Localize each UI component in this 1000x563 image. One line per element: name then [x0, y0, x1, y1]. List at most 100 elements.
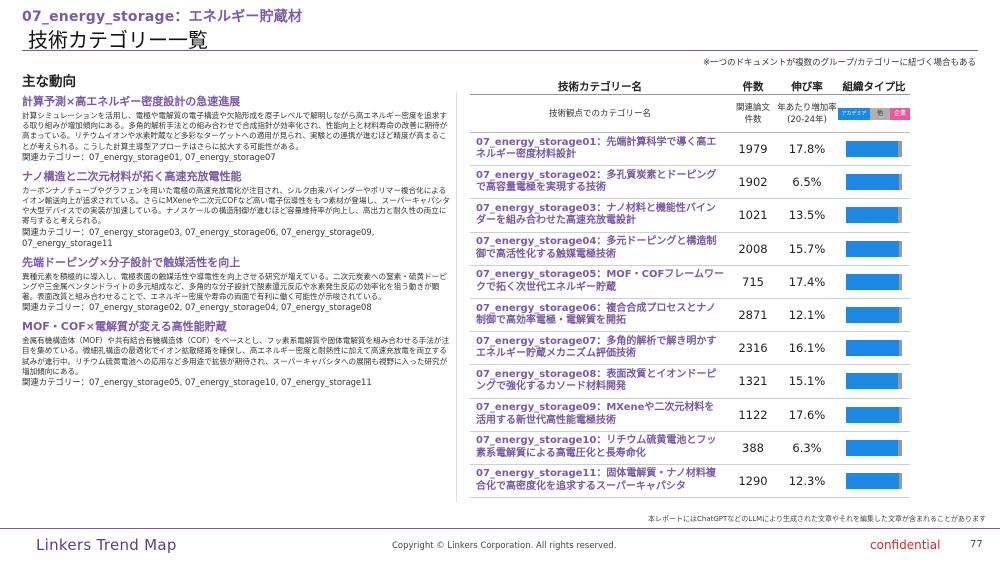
subheader-docs: 関連論文 件数 [735, 102, 770, 125]
type-ratio-bar [838, 307, 910, 324]
type-legend: アカデミア 他 企業 [838, 107, 910, 120]
trend-title: MOF・COF×電解質が変える高性能貯蔵 [22, 320, 227, 334]
bar-other [899, 273, 902, 290]
subheader-growth: 年あたり増加率 (20-24年) [777, 102, 837, 125]
trends-heading: 主な動向 [22, 74, 76, 90]
bar-other [898, 207, 902, 224]
legend-other: 他 [870, 107, 890, 120]
bar-other [898, 439, 902, 456]
growth-rate: 16.1% [788, 341, 826, 356]
type-ratio-bar [838, 273, 910, 290]
growth-rate: 13.5% [788, 208, 826, 223]
doc-count: 1290 [738, 473, 768, 488]
growth-rate: 6.3% [792, 440, 822, 455]
growth-rate: 15.1% [788, 374, 826, 389]
doc-count: 1321 [738, 374, 768, 389]
category-name: 07_energy_storage01：先端計算科学で導く高エネルギー密度材料設… [476, 136, 717, 161]
header-docs: 件数 [742, 81, 764, 93]
column-divider [456, 92, 457, 502]
trend-section: 計算予測×高エネルギー密度設計の急速進展 計算シミュレーションを活用し、電極や電… [22, 93, 450, 163]
trend-related: 関連カテゴリー：07_energy_storage05, 07_energy_s… [22, 377, 372, 388]
doc-count: 1902 [738, 175, 768, 190]
trend-related: 関連カテゴリー：07_energy_storage02, 07_energy_s… [22, 302, 372, 313]
copyright: Copyright © Linkers Corporation. All rig… [392, 541, 617, 551]
category-name: 07_energy_storage06：複合合成プロセスとナノ制御で高効率電極・… [476, 302, 716, 327]
header-growth: 伸び率 [791, 81, 823, 93]
trend-section: ナノ構造と二次元材料が拓く高速充放電性能 カーボンナノチューブやグラフェンを用い… [22, 168, 450, 249]
bar-other [899, 240, 902, 257]
type-ratio-bar [838, 373, 910, 390]
table-row: 07_energy_storage11：固体電解質・ナノ材料複合化で高密度化を追… [470, 465, 910, 499]
category-name: 07_energy_storage07：多角的解析で解き明かすエネルギー貯蔵メカ… [476, 335, 717, 360]
trend-section: MOF・COF×電解質が変える高性能貯蔵 金属有機構造体（MOF）や共有結合有機… [22, 318, 450, 388]
table-row: 07_energy_storage05：MOF・COFフレームワークで拓く次世代… [470, 266, 910, 299]
table-subheader-row: 技術観点でのカテゴリー名 関連論文 件数 年あたり増加率 (20-24年) アカ… [470, 95, 910, 133]
table-row: 07_energy_storage06：複合合成プロセスとナノ制御で高効率電極・… [470, 299, 910, 333]
bar-academia [846, 174, 899, 191]
category-table: 技術カテゴリー名 件数 伸び率 組織タイプ比 技術観点でのカテゴリー名 関連論文… [470, 80, 910, 499]
header-subtitle: 07_energy_storage：エネルギー貯蔵材 [22, 9, 303, 25]
page-title: 技術カテゴリー一覧 [28, 28, 208, 52]
category-name: 07_energy_storage09：MXeneや二次元材料を活用する新世代高… [476, 402, 715, 426]
category-name: 07_energy_storage03：ナノ材料と機能性バインダーを組み合わせた… [476, 202, 716, 227]
bar-academia [846, 207, 898, 224]
type-ratio-bar [838, 141, 910, 158]
bar-other [899, 472, 902, 489]
table-row: 07_energy_storage07：多角的解析で解き明かすエネルギー貯蔵メカ… [470, 332, 910, 366]
type-ratio-bar [838, 207, 910, 224]
bar-other [899, 307, 902, 324]
trend-body: 異種元素を積極的に導入し、電極表面の触媒活性や導電性を向上させる研究が増えている… [22, 271, 447, 302]
category-name: 07_energy_storage02：多孔質炭素とドーピングで高容量電極を実現… [476, 169, 717, 194]
table-row: 07_energy_storage09：MXeneや二次元材料を活用する新世代高… [470, 399, 910, 432]
category-name: 07_energy_storage10：リチウム硫黄電池とフッ素系電解質による高… [476, 435, 717, 459]
bar-academia [846, 273, 899, 290]
page-number: 77 [970, 539, 983, 550]
trend-title: 先端ドーピング×分子設計で触媒活性を向上 [22, 255, 241, 269]
growth-rate: 12.1% [788, 308, 826, 323]
growth-rate: 17.4% [788, 274, 826, 289]
footer-divider [0, 528, 1000, 529]
header-type-ratio: 組織タイプ比 [842, 81, 906, 93]
growth-rate: 15.7% [788, 241, 826, 256]
type-ratio-bar [838, 174, 910, 191]
type-ratio-bar [838, 439, 910, 456]
doc-count: 2316 [738, 341, 768, 356]
bar-academia [846, 240, 899, 257]
type-ratio-bar [838, 240, 910, 257]
trend-body: カーボンナノチューブやグラフェンを用いた電極の高速充放電化が注目され、シルク由来… [22, 185, 450, 226]
doc-count: 2871 [738, 308, 768, 323]
llm-disclaimer: 本レポートにはChatGPTなどのLLMにより生成された文章やそれを編集した文章… [648, 515, 986, 523]
bar-academia [846, 307, 899, 324]
bar-other [899, 174, 902, 191]
type-ratio-bar [838, 406, 910, 423]
legend-company: 企業 [890, 107, 910, 120]
doc-count: 1122 [738, 407, 768, 422]
type-ratio-bar [838, 340, 910, 357]
bar-academia [846, 340, 899, 357]
bar-academia [846, 472, 899, 489]
trend-section: 先端ドーピング×分子設計で触媒活性を向上 異種元素を積極的に導入し、電極表面の触… [22, 254, 450, 314]
category-name: 07_energy_storage08：表面改質とイオンドーピングで強化するカソ… [476, 368, 717, 393]
bar-academia [846, 439, 898, 456]
bar-academia [846, 141, 898, 158]
bar-other [898, 373, 902, 390]
growth-rate: 17.6% [788, 407, 826, 422]
type-ratio-bar [838, 472, 910, 489]
overlap-note: ※一つのドキュメントが複数のグループ/カテゴリーに紐づく場合もある [703, 58, 976, 68]
category-name: 07_energy_storage05：MOF・COFフレームワークで拓く次世代… [476, 269, 725, 293]
trends-panel: 主な動向 計算予測×高エネルギー密度設計の急速進展 計算シミュレーションを活用し… [22, 70, 450, 393]
bar-other [898, 141, 902, 158]
table-row: 07_energy_storage04：多元ドーピングと構造制御で高活性化する触… [470, 233, 910, 266]
bar-other [899, 406, 902, 423]
legend-academia: アカデミア [838, 107, 870, 120]
doc-count: 715 [742, 274, 764, 289]
bar-academia [846, 373, 898, 390]
table-header-row: 技術カテゴリー名 件数 伸び率 組織タイプ比 [470, 80, 910, 95]
confidential-label: confidential [870, 538, 941, 552]
brand-logo: Linkers Trend Map [36, 536, 177, 554]
table-row: 07_energy_storage02：多孔質炭素とドーピングで高容量電極を実現… [470, 166, 910, 200]
trend-title: ナノ構造と二次元材料が拓く高速充放電性能 [22, 169, 242, 183]
category-name: 07_energy_storage11：固体電解質・ナノ材料複合化で高密度化を追… [476, 468, 716, 492]
header-category: 技術カテゴリー名 [558, 81, 642, 93]
table-body: 07_energy_storage01：先端計算科学で導く高エネルギー密度材料設… [470, 133, 910, 499]
